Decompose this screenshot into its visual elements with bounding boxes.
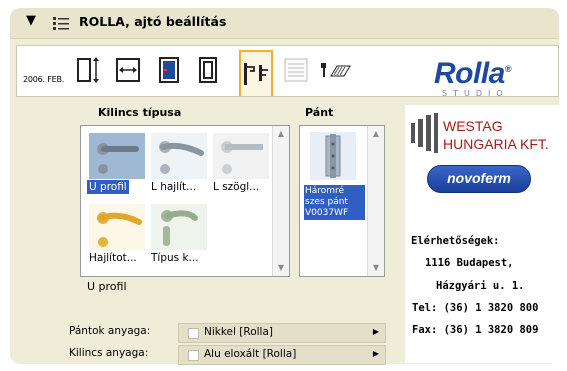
panel-header: ▼ ROLLA, ajtó beállítás	[10, 8, 559, 39]
collapse-triangle-icon[interactable]: ▼	[26, 13, 36, 28]
list-icon	[284, 58, 308, 82]
panel-title: ROLLA, ajtó beállítás	[79, 14, 227, 29]
type-k-handle-icon	[151, 204, 207, 250]
door-frame-button[interactable]	[193, 52, 223, 88]
hinge-material-value: Nikkel [Rolla]	[204, 326, 273, 338]
westag-line2: HUNGARIA KFT.	[443, 136, 549, 152]
handle-item-label: Típus k...	[151, 252, 199, 264]
u-profile-handle-icon	[89, 133, 145, 179]
door-height-button[interactable]	[113, 52, 143, 88]
door-frame-icon	[199, 57, 217, 83]
settings-list-icon	[53, 17, 69, 30]
handle-type-list[interactable]: U profil L hajlít... L szögl... Hajlítot…	[80, 125, 290, 277]
handle-material-label: Kilincs anyaga:	[69, 347, 149, 359]
scroll-up-icon[interactable]: ▲	[274, 127, 288, 141]
contact-address1: 1116 Budapest,	[425, 257, 514, 269]
l-square-handle-icon	[213, 133, 269, 179]
door-front-button[interactable]	[154, 52, 184, 88]
contact-fax: Fax: (36) 1 3820 809	[412, 324, 539, 336]
rolla-logo: Rolla® STUDIO	[434, 54, 544, 99]
scroll-down-icon[interactable]: ▼	[274, 261, 288, 275]
selected-handle-text: U profil	[87, 280, 127, 293]
door-width-button[interactable]	[74, 52, 104, 88]
contact-address2: Házgyári u. 1.	[436, 280, 525, 292]
handle-material-value: Alu eloxált [Rolla]	[204, 348, 297, 360]
scroll-down-icon[interactable]: ▼	[369, 261, 383, 275]
material-swatch	[188, 328, 199, 339]
hinge-list[interactable]: Háromré szes pánt V0037WF ▲ ▼	[299, 125, 385, 277]
handle-list-scrollbar[interactable]: ▲ ▼	[272, 126, 289, 276]
handle-item-label: L hajlít...	[151, 181, 197, 193]
rolla-wordmark: Rolla	[434, 57, 505, 90]
door-height-icon	[116, 58, 140, 82]
handle-item-l-hajlitott[interactable]: L hajlít...	[149, 131, 209, 197]
westag-line1: WESTAG	[443, 118, 503, 134]
three-part-hinge-icon	[310, 132, 356, 180]
hinge-material-label: Pántok anyaga:	[69, 325, 151, 337]
studio-text: STUDIO	[442, 89, 509, 98]
dropdown-arrow-icon: ▶	[372, 349, 379, 358]
contact-tel: Tel: (36) 1 3820 800	[412, 302, 539, 314]
handle-item-hajlitott[interactable]: Hajlítot...	[87, 202, 147, 268]
scroll-up-icon[interactable]: ▲	[369, 127, 383, 141]
handle-item-label: L szögl...	[213, 181, 260, 193]
material-swatch	[188, 350, 199, 361]
hinge-item-label: Háromré szes pánt V0037WF	[304, 185, 365, 220]
handle-item-u-profil[interactable]: U profil	[87, 131, 147, 197]
door-front-icon	[159, 57, 179, 83]
date-label: 2006. FEB.	[23, 75, 65, 84]
contact-title: Elérhetőségek:	[411, 235, 500, 247]
l-bent-handle-icon	[151, 133, 207, 179]
bent-brass-handle-icon	[89, 204, 145, 250]
handle-item-label: Hajlítot...	[89, 252, 137, 264]
toolbar: 2006. FEB. Rolla® STUDIO	[16, 45, 559, 99]
handle-button[interactable]	[239, 50, 273, 96]
handle-icon	[244, 63, 268, 85]
hinge-list-scrollbar[interactable]: ▲ ▼	[367, 126, 384, 276]
door-width-icon	[77, 57, 99, 83]
hinge-button[interactable]	[317, 52, 353, 88]
handle-type-label: Kilincs típusa	[98, 106, 182, 119]
handle-item-l-szogletes[interactable]: L szögl...	[211, 131, 271, 197]
hinge-label: Pánt	[305, 106, 334, 119]
hinge-item-haromreszes[interactable]: Háromré szes pánt V0037WF	[302, 130, 365, 230]
sponsor-panel: WESTAG HUNGARIA KFT. novoferm Elérhetősé…	[405, 105, 559, 363]
handle-item-label: U profil	[87, 180, 129, 194]
novoferm-logo: novoferm	[427, 165, 531, 193]
list-button[interactable]	[281, 52, 311, 88]
handle-material-dropdown[interactable]: Alu eloxált [Rolla] ▶	[178, 345, 386, 365]
handle-item-tipus-k[interactable]: Típus k...	[149, 202, 209, 268]
westag-logo: WESTAG HUNGARIA KFT.	[411, 113, 549, 153]
dropdown-arrow-icon: ▶	[372, 327, 379, 336]
hinge-material-dropdown[interactable]: Nikkel [Rolla] ▶	[178, 323, 386, 343]
hinge-icon	[321, 63, 351, 77]
